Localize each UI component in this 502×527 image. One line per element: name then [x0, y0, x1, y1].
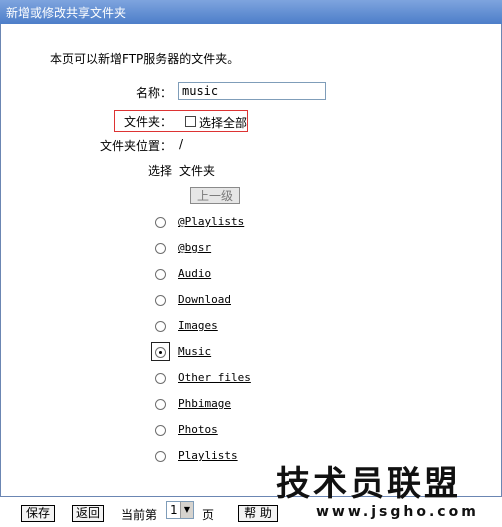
back-button[interactable]: 返回	[72, 505, 104, 522]
folder-radio[interactable]	[155, 451, 166, 462]
folder-link[interactable]: Other files	[178, 371, 251, 384]
folder-link[interactable]: Photos	[178, 423, 218, 436]
current-page-prefix: 当前第	[121, 508, 158, 522]
select-all-label[interactable]: 选择全部	[199, 114, 247, 131]
folder-link[interactable]: Playlists	[178, 449, 238, 462]
folder-link[interactable]: @bgsr	[178, 241, 211, 254]
name-input[interactable]	[178, 82, 326, 100]
up-level-button[interactable]: 上一级	[190, 187, 240, 204]
location-label: 文件夹位置：	[100, 139, 173, 153]
watermark-title: 技术员联盟	[276, 464, 461, 504]
folder-radio[interactable]	[155, 321, 166, 332]
folder-label: 文件夹：	[124, 115, 173, 129]
folder-link[interactable]: @Playlists	[178, 215, 244, 228]
page-select[interactable]: 1 ▼	[166, 501, 194, 519]
folder-radio[interactable]	[155, 373, 166, 384]
folder-radio[interactable]	[155, 399, 166, 410]
page-select-value: 1	[170, 503, 178, 517]
title-bar: 新增或修改共享文件夹	[0, 0, 502, 24]
watermark-logo: 技术员联盟 www.jsgho.com	[276, 456, 476, 526]
name-label: 名称：	[136, 86, 173, 100]
folder-link[interactable]: Images	[178, 319, 218, 332]
folder-radio[interactable]	[155, 425, 166, 436]
folder-radio[interactable]	[155, 295, 166, 306]
folder-radio[interactable]	[155, 347, 166, 358]
folder-radio[interactable]	[155, 243, 166, 254]
dropdown-arrow-icon[interactable]: ▼	[180, 502, 193, 518]
select-all-checkbox[interactable]	[185, 116, 196, 127]
folder-link[interactable]: Audio	[178, 267, 211, 280]
folder-column-header: 文件夹	[179, 164, 216, 178]
folder-radio[interactable]	[155, 269, 166, 280]
watermark-url: www.jsgho.com	[316, 504, 479, 520]
help-button[interactable]: 帮 助	[238, 505, 278, 522]
dialog-frame	[0, 0, 502, 526]
folder-radio[interactable]	[155, 217, 166, 228]
folder-link[interactable]: Download	[178, 293, 231, 306]
page-suffix: 页	[202, 508, 215, 522]
window-title: 新增或修改共享文件夹	[6, 6, 127, 20]
save-button[interactable]: 保存	[21, 505, 55, 522]
folder-link[interactable]: Phbimage	[178, 397, 231, 410]
page-description: 本页可以新增FTP服务器的文件夹。	[50, 52, 240, 66]
location-value: /	[179, 137, 184, 151]
folder-link[interactable]: Music	[178, 345, 211, 358]
select-column-header: 选择	[148, 164, 173, 178]
